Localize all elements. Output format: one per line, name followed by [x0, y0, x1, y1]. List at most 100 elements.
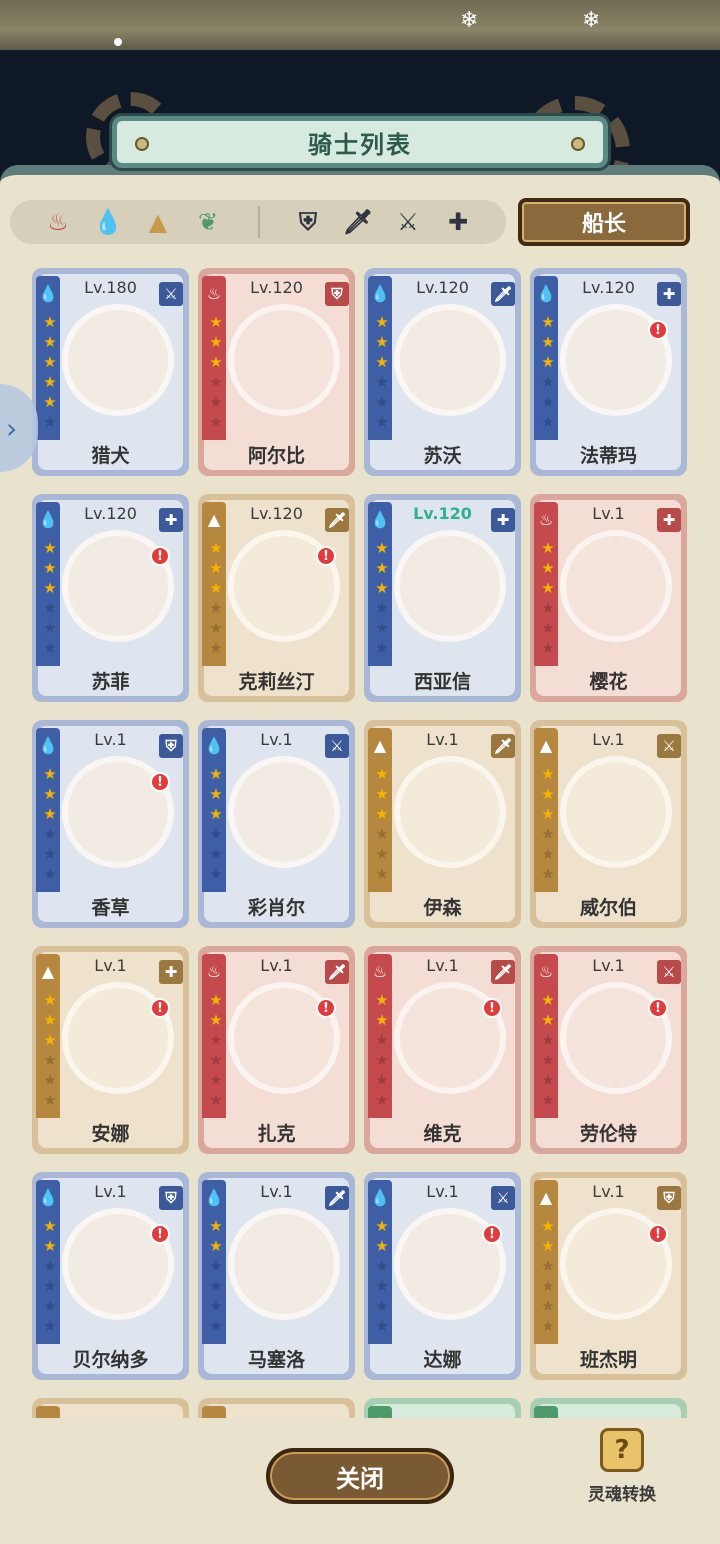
- knight-card[interactable]: 💧 ★ ★ ★ ★ ★ ★ Lv.120 ✚! 法蒂玛: [530, 268, 687, 476]
- star-icon: ★: [209, 353, 223, 371]
- knight-card[interactable]: 💧 ★ ★ ★ ★ ★ ★ Lv.1 ⚔! 达娜: [364, 1172, 521, 1380]
- shield-class-icon[interactable]: ⛨: [292, 206, 324, 238]
- knight-card[interactable]: 💧 ★ ★ ★ ★ ★ ★ Lv.1 🗡 马塞洛: [198, 1172, 355, 1380]
- star-icon: ★: [541, 1317, 555, 1335]
- star-icon: ★: [209, 1317, 223, 1335]
- knight-card[interactable]: ❦: [530, 1398, 687, 1418]
- star-icon: ★: [375, 1051, 389, 1069]
- star-icon: ★: [375, 619, 389, 637]
- star-icon: ★: [541, 1297, 555, 1315]
- knight-name: 香草: [91, 897, 130, 919]
- knight-card[interactable]: ▲ ★ ★ ★ ★ ★ ★ Lv.120 🗡! 克莉丝汀: [198, 494, 355, 702]
- healer-cross-class-icon[interactable]: ✚: [442, 206, 474, 238]
- knight-card[interactable]: 💧 ★ ★ ★ ★ ★ ★ Lv.120 🗡 苏沃: [364, 268, 521, 476]
- knight-card[interactable]: ▲ ★ ★ ★ ★ ★ ★ Lv.1 🗡 伊森: [364, 720, 521, 928]
- knight-card[interactable]: ▲ ★ ★ ★ ★ ★ ★ Lv.1 ✚! 安娜: [32, 946, 189, 1154]
- alert-badge-icon: !: [648, 998, 668, 1018]
- water-element-icon[interactable]: 💧: [92, 206, 124, 238]
- knight-card[interactable]: 💧 ★ ★ ★ ★ ★ ★ Lv.180 ⚔ 猎犬: [32, 268, 189, 476]
- knight-name: 苏菲: [91, 671, 130, 693]
- star-rating: ★ ★ ★ ★ ★ ★: [206, 538, 226, 658]
- star-icon: ★: [541, 825, 555, 843]
- earth-element-icon[interactable]: ▲: [142, 206, 174, 238]
- alert-badge-icon: !: [316, 998, 336, 1018]
- star-icon: ★: [209, 1237, 223, 1255]
- star-rating: ★ ★ ★ ★ ★ ★: [372, 990, 392, 1110]
- star-icon: ★: [209, 991, 223, 1009]
- soul-convert-button[interactable]: ? 灵魂转换: [574, 1428, 670, 1518]
- star-icon: ★: [541, 1217, 555, 1235]
- sword-class-icon[interactable]: 🗡: [342, 206, 374, 238]
- star-icon: ★: [209, 1071, 223, 1089]
- knight-portrait: [62, 304, 174, 416]
- heal-class-icon: ✚: [657, 282, 681, 306]
- star-icon: ★: [43, 559, 57, 577]
- star-icon: ★: [375, 845, 389, 863]
- star-icon: ★: [541, 865, 555, 883]
- star-icon: ★: [43, 1277, 57, 1295]
- knight-card[interactable]: ♨ ★ ★ ★ ★ ★ ★ Lv.120 ⛨ 阿尔比: [198, 268, 355, 476]
- soul-convert-label: 灵魂转换: [588, 1485, 656, 1505]
- knight-name: 维克: [423, 1123, 462, 1145]
- knight-name: 伊森: [423, 897, 462, 919]
- star-icon: ★: [375, 1071, 389, 1089]
- knight-card[interactable]: ♨ ★ ★ ★ ★ ★ ★ Lv.1 ✚ 樱花: [530, 494, 687, 702]
- knight-name: 威尔伯: [579, 897, 637, 919]
- crossbow-class-icon: ⚔: [657, 960, 681, 984]
- close-button[interactable]: 关闭: [266, 1448, 454, 1504]
- heal-class-icon: ✚: [159, 508, 183, 532]
- knight-card[interactable]: 💧 ★ ★ ★ ★ ★ ★ Lv.120 ✚ 西亚信: [364, 494, 521, 702]
- crossed-weapons-class-icon[interactable]: ⚔: [392, 206, 424, 238]
- star-rating: ★ ★ ★ ★ ★ ★: [538, 538, 558, 658]
- knight-card[interactable]: 💧 ★ ★ ★ ★ ★ ★ Lv.1 ⛨! 香草: [32, 720, 189, 928]
- knight-card[interactable]: 💧 ★ ★ ★ ★ ★ ★ Lv.120 ✚! 苏菲: [32, 494, 189, 702]
- star-icon: ★: [43, 599, 57, 617]
- knight-portrait: [228, 756, 340, 868]
- sword-class-icon: 🗡: [325, 960, 349, 984]
- knight-name: 阿尔比: [247, 445, 305, 467]
- star-icon: ★: [209, 539, 223, 557]
- alert-badge-icon: !: [482, 998, 502, 1018]
- knight-name: 克莉丝汀: [238, 671, 315, 693]
- star-icon: ★: [43, 579, 57, 597]
- star-icon: ★: [541, 845, 555, 863]
- star-icon: ★: [375, 785, 389, 803]
- knight-card[interactable]: 💧 ★ ★ ★ ★ ★ ★ Lv.1 ⚔ 彩肖尔: [198, 720, 355, 928]
- star-icon: ★: [541, 353, 555, 371]
- knight-name: 苏沃: [423, 445, 462, 467]
- star-rating: ★ ★ ★ ★ ★ ★: [538, 1216, 558, 1336]
- knight-portrait: [394, 304, 506, 416]
- wind-element-icon[interactable]: ❦: [192, 206, 224, 238]
- fire-element-icon[interactable]: ♨: [42, 206, 74, 238]
- star-icon: ★: [209, 785, 223, 803]
- knight-portrait: [560, 530, 672, 642]
- star-icon: ★: [541, 1091, 555, 1109]
- star-icon: ★: [375, 333, 389, 351]
- star-icon: ★: [375, 1297, 389, 1315]
- knight-card[interactable]: ▲: [198, 1398, 355, 1418]
- star-icon: ★: [541, 559, 555, 577]
- knight-portrait: [560, 756, 672, 868]
- knight-card[interactable]: 💧 ★ ★ ★ ★ ★ ★ Lv.1 ⛨! 贝尔纳多: [32, 1172, 189, 1380]
- knight-card[interactable]: ▲ ★ ★ ★ ★ ★ ★ Lv.1 ⚔ 威尔伯: [530, 720, 687, 928]
- star-icon: ★: [43, 539, 57, 557]
- star-rating: ★ ★ ★ ★ ★ ★: [206, 990, 226, 1110]
- knight-card[interactable]: ♨ ★ ★ ★ ★ ★ ★ Lv.1 ⚔! 劳伦特: [530, 946, 687, 1154]
- knight-card[interactable]: ♨ ★ ★ ★ ★ ★ ★ Lv.1 🗡! 扎克: [198, 946, 355, 1154]
- page-title: 骑士列表: [308, 130, 412, 159]
- star-rating: ★ ★ ★ ★ ★ ★: [40, 312, 60, 432]
- star-icon: ★: [375, 1277, 389, 1295]
- captain-button[interactable]: 船长: [518, 198, 690, 246]
- heal-class-icon: ✚: [657, 508, 681, 532]
- knight-card[interactable]: ♨ ★ ★ ★ ★ ★ ★ Lv.1 🗡! 维克: [364, 946, 521, 1154]
- knight-card[interactable]: ❦: [364, 1398, 521, 1418]
- star-rating: ★ ★ ★ ★ ★ ★: [538, 312, 558, 432]
- knight-name: 安娜: [91, 1123, 130, 1145]
- star-rating: ★ ★ ★ ★ ★ ★: [372, 312, 392, 432]
- knight-card[interactable]: ▲ ★ ★ ★ ★ ★ ★ Lv.1 ⛨! 班杰明: [530, 1172, 687, 1380]
- star-icon: ★: [375, 825, 389, 843]
- knight-card[interactable]: ▲: [32, 1398, 189, 1418]
- star-icon: ★: [541, 1011, 555, 1029]
- star-icon: ★: [375, 353, 389, 371]
- knight-portrait: [394, 756, 506, 868]
